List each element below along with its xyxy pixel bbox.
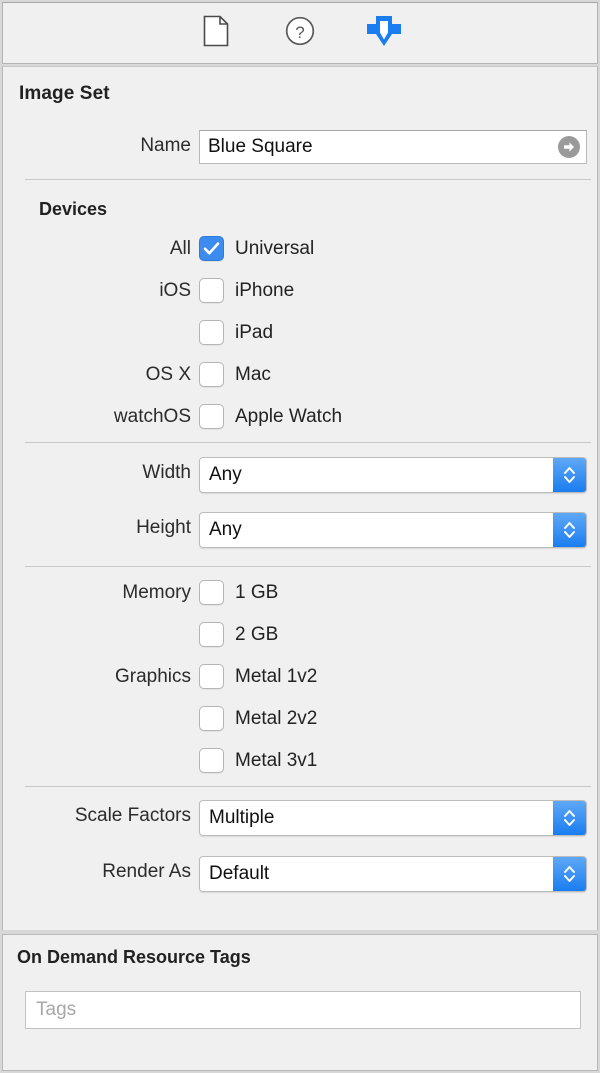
chevron-up-down-icon — [564, 810, 575, 826]
chevron-up-down-icon — [564, 467, 575, 483]
separator-4 — [25, 786, 591, 787]
width-select-value: Any — [209, 464, 242, 485]
checkbox-metal-1v2[interactable] — [199, 664, 224, 689]
devices-heading: Devices — [39, 199, 108, 219]
quick-help-inspector-button[interactable]: ? — [278, 11, 322, 55]
scale-factors-select[interactable]: Multiple — [199, 800, 587, 836]
down-arrow-tag-icon — [365, 14, 403, 53]
scale-factors-stepper[interactable] — [553, 801, 586, 835]
capability-label-metal-1v2: Metal 1v2 — [235, 666, 318, 687]
graphics-label: Graphics — [114, 666, 191, 687]
width-label: Width — [142, 462, 191, 483]
height-select-value: Any — [209, 519, 242, 540]
device-row-iphone-label: iOS — [159, 280, 191, 301]
on-demand-resource-tags-section: On Demand Resource Tags Tags — [2, 934, 598, 1071]
chevron-up-down-icon — [564, 522, 575, 538]
tags-input[interactable]: Tags — [25, 991, 581, 1029]
name-input[interactable]: Blue Square — [199, 130, 587, 164]
checkbox-metal-2v2[interactable] — [199, 706, 224, 731]
file-inspector-button[interactable] — [194, 11, 238, 55]
device-row-universal-label: All — [169, 238, 191, 259]
width-stepper[interactable] — [553, 458, 586, 492]
arrow-right-circle-icon[interactable] — [558, 136, 580, 158]
capability-row-metal-1v2: Graphics Metal 1v2 — [3, 664, 597, 690]
height-stepper[interactable] — [553, 513, 586, 547]
memory-label: Memory — [122, 582, 191, 603]
inspector-toolbar: ? — [2, 2, 598, 64]
device-row-mac-label: OS X — [145, 364, 191, 385]
device-label-iphone: iPhone — [235, 280, 295, 301]
svg-text:?: ? — [295, 23, 304, 42]
checkmark-icon — [203, 242, 220, 255]
render-as-select-value: Default — [209, 863, 270, 884]
attributes-inspector-button[interactable] — [362, 11, 406, 55]
height-label: Height — [136, 517, 191, 538]
chevron-up-down-icon — [564, 866, 575, 882]
capability-label-metal-3v1: Metal 3v1 — [235, 750, 318, 771]
capability-label-1gb: 1 GB — [235, 582, 279, 603]
tags-input-placeholder: Tags — [36, 999, 77, 1020]
device-label-universal: Universal — [235, 238, 315, 259]
separator-3 — [25, 566, 591, 567]
on-demand-heading: On Demand Resource Tags — [17, 947, 251, 967]
page-title: Image Set — [19, 83, 110, 104]
attributes-panel: Image Set Name Blue Square Devices All U… — [2, 66, 598, 930]
document-icon — [203, 15, 229, 52]
capability-row-metal-3v1: Metal 3v1 — [3, 748, 597, 774]
scale-factors-select-value: Multiple — [209, 807, 275, 828]
checkbox-mac[interactable] — [199, 362, 224, 387]
checkbox-memory-2gb[interactable] — [199, 622, 224, 647]
width-select[interactable]: Any — [199, 457, 587, 493]
capability-row-1gb: Memory 1 GB — [3, 580, 597, 606]
device-row-apple-watch-label: watchOS — [113, 406, 191, 427]
checkbox-metal-3v1[interactable] — [199, 748, 224, 773]
render-as-stepper[interactable] — [553, 857, 586, 891]
capability-label-2gb: 2 GB — [235, 624, 279, 645]
device-row-ipad: iPad — [3, 320, 597, 346]
capability-row-2gb: 2 GB — [3, 622, 597, 648]
device-row-universal: All Universal — [3, 236, 597, 262]
question-circle-icon: ? — [284, 15, 316, 52]
device-label-apple-watch: Apple Watch — [235, 406, 343, 427]
device-row-apple-watch: watchOS Apple Watch — [3, 404, 597, 430]
device-row-iphone: iOS iPhone — [3, 278, 597, 304]
render-as-select[interactable]: Default — [199, 856, 587, 892]
name-input-value: Blue Square — [208, 136, 313, 157]
capability-row-metal-2v2: Metal 2v2 — [3, 706, 597, 732]
checkbox-apple-watch[interactable] — [199, 404, 224, 429]
checkbox-memory-1gb[interactable] — [199, 580, 224, 605]
checkbox-iphone[interactable] — [199, 278, 224, 303]
device-label-mac: Mac — [235, 364, 271, 385]
inspector-panel: ? Image Set Name Blue Square Devices All… — [0, 0, 600, 1073]
name-label: Name — [140, 135, 191, 156]
capability-label-metal-2v2: Metal 2v2 — [235, 708, 318, 729]
device-label-ipad: iPad — [235, 322, 274, 343]
scale-factors-label: Scale Factors — [74, 805, 191, 826]
height-select[interactable]: Any — [199, 512, 587, 548]
render-as-label: Render As — [102, 861, 191, 882]
device-row-mac: OS X Mac — [3, 362, 597, 388]
separator-2 — [25, 442, 591, 443]
checkbox-universal[interactable] — [199, 236, 224, 261]
checkbox-ipad[interactable] — [199, 320, 224, 345]
separator-1 — [25, 179, 591, 180]
